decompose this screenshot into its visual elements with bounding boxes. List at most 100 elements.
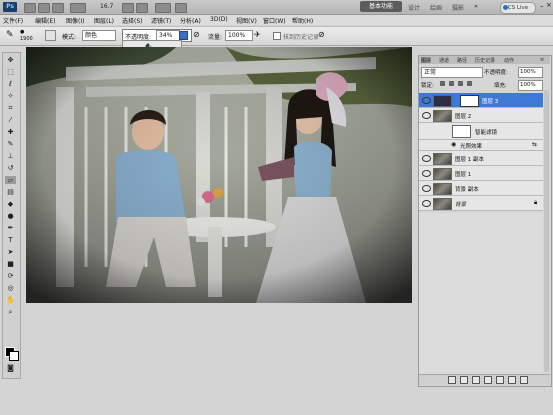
layers-list-empty-area[interactable] — [419, 213, 543, 373]
tab-history[interactable]: 历史记录 — [475, 57, 495, 64]
workspace-essentials-button[interactable]: 基本功能 — [360, 1, 402, 12]
healing-brush-tool-icon[interactable]: ✚ — [5, 128, 16, 136]
menu-image[interactable]: 图像(I) — [66, 16, 84, 25]
minimize-icon[interactable]: – — [540, 2, 544, 10]
marquee-tool-icon[interactable]: ⬚ — [5, 68, 16, 76]
brush-tool-icon[interactable]: ✎ — [5, 140, 16, 148]
pressure-size-icon[interactable]: ⊘ — [318, 30, 325, 39]
view-extras-icon[interactable] — [52, 3, 64, 13]
brush-panel-icon[interactable] — [45, 30, 56, 41]
menu-view[interactable]: 视图(V) — [236, 16, 257, 25]
clone-stamp-tool-icon[interactable]: ⊥ — [5, 152, 16, 160]
new-layer-icon[interactable] — [508, 376, 516, 384]
brush-size[interactable]: 1900 — [20, 36, 33, 42]
eyedropper-tool-icon[interactable]: ⁄ — [5, 116, 16, 124]
menu-3d[interactable]: 3D(D) — [210, 16, 228, 23]
filter-options-icon[interactable]: ⇆ — [532, 141, 537, 148]
adjustment-layer-icon[interactable] — [484, 376, 492, 384]
hand-tool-icon[interactable] — [122, 3, 134, 13]
erase-to-history-checkbox[interactable] — [273, 32, 281, 40]
lock-pixels-icon[interactable] — [449, 81, 454, 86]
panel-menu-icon[interactable]: ≡ — [540, 57, 544, 63]
opacity-slider-toggle[interactable] — [179, 31, 188, 40]
eraser-tool-preset-icon[interactable]: ✎ — [6, 30, 16, 40]
hand-tool-icon[interactable]: ✋ — [5, 296, 16, 304]
type-tool-icon[interactable]: T — [5, 236, 16, 244]
pen-tool-icon[interactable]: ✒ — [5, 224, 16, 232]
launch-bridge-icon[interactable] — [24, 3, 36, 13]
zoom-tool-icon[interactable]: ⌕ — [5, 308, 16, 316]
lasso-tool-icon[interactable]: ℓ — [5, 80, 16, 88]
lock-all-icon[interactable] — [467, 81, 472, 86]
close-icon[interactable]: × — [546, 1, 552, 9]
menu-layer[interactable]: 图层(L) — [94, 16, 114, 25]
visibility-eye-icon[interactable] — [422, 97, 431, 104]
menu-file[interactable]: 文件(F) — [3, 16, 23, 25]
filter-visibility-eye-icon[interactable]: ◉ — [451, 141, 456, 148]
layers-scrollbar[interactable] — [544, 90, 549, 372]
menu-window[interactable]: 窗口(W) — [263, 16, 286, 25]
layer-name: 背景 副本 — [455, 187, 479, 193]
new-group-icon[interactable] — [496, 376, 504, 384]
background-color-swatch[interactable] — [9, 351, 19, 361]
menu-analysis[interactable]: 分析(A) — [180, 16, 201, 25]
launch-minibridge-icon[interactable] — [38, 3, 50, 13]
airbrush-icon[interactable]: ✈ — [254, 30, 261, 39]
brush-picker-icon[interactable]: ● — [20, 29, 24, 35]
zoom-level-icon[interactable] — [70, 3, 86, 13]
mode-select[interactable]: 颜色 — [82, 30, 116, 41]
workspace-more-icon[interactable]: » — [474, 3, 478, 10]
visibility-eye-icon[interactable] — [422, 200, 431, 207]
tab-channels[interactable]: 通道 — [439, 57, 449, 64]
menu-help[interactable]: 帮助(H) — [292, 16, 313, 25]
visibility-eye-icon[interactable] — [422, 170, 431, 177]
layer-thumbnail — [433, 110, 452, 122]
eraser-tool-icon[interactable]: ▱ — [5, 176, 16, 184]
layer-mask-thumbnail[interactable] — [460, 95, 479, 107]
tab-layers[interactable]: 图层 — [421, 57, 431, 64]
arrange-documents-icon[interactable] — [155, 3, 171, 13]
quick-selection-tool-icon[interactable]: ✧ — [5, 92, 16, 100]
delete-layer-icon[interactable] — [520, 376, 528, 384]
rotate-view-icon[interactable] — [136, 3, 148, 13]
menu-filter[interactable]: 滤镜(T) — [151, 16, 171, 25]
cs-live-icon — [503, 5, 508, 10]
workspace-painting-link[interactable]: 绘画 — [430, 3, 442, 12]
layer-opacity-label: 不透明度: — [484, 70, 508, 76]
menu-select[interactable]: 选择(S) — [122, 16, 143, 25]
visibility-eye-icon[interactable] — [422, 155, 431, 162]
move-tool-icon[interactable]: ✥ — [5, 56, 16, 64]
path-selection-tool-icon[interactable]: ➤ — [5, 248, 16, 256]
link-layers-icon[interactable] — [448, 376, 456, 384]
fill-input[interactable]: 100% — [518, 80, 543, 91]
smart-filter-mask-thumbnail[interactable] — [452, 125, 471, 138]
layer-thumbnail — [433, 183, 452, 195]
gradient-tool-icon[interactable]: ▤ — [5, 188, 16, 196]
flow-input[interactable]: 100% — [225, 30, 253, 41]
visibility-eye-icon[interactable] — [422, 112, 431, 119]
screen-mode-icon[interactable] — [175, 3, 187, 13]
history-brush-tool-icon[interactable]: ↺ — [5, 164, 16, 172]
tab-actions[interactable]: 动作 — [504, 57, 514, 64]
3d-orbit-tool-icon[interactable]: ◎ — [5, 284, 16, 292]
visibility-eye-icon[interactable] — [422, 185, 431, 192]
document-canvas[interactable] — [26, 47, 412, 303]
pressure-opacity-icon[interactable]: ⊘ — [193, 30, 200, 39]
add-mask-icon[interactable] — [472, 376, 480, 384]
menu-edit[interactable]: 编辑(E) — [35, 16, 55, 25]
tab-paths[interactable]: 路径 — [457, 57, 467, 64]
3d-rotate-tool-icon[interactable]: ⟳ — [5, 272, 16, 280]
workspace-photography-link[interactable]: 摄影 — [452, 3, 464, 12]
lock-position-icon[interactable] — [458, 81, 463, 86]
blend-mode-select[interactable]: 正常 — [421, 67, 483, 78]
quick-mask-icon[interactable]: ◙ — [5, 364, 16, 372]
shape-tool-icon[interactable]: ■ — [5, 260, 16, 268]
layer-opacity-input[interactable]: 100% — [518, 67, 543, 78]
lock-transparency-icon[interactable] — [440, 81, 445, 86]
dodge-tool-icon[interactable]: ● — [5, 212, 16, 220]
crop-tool-icon[interactable]: ⌗ — [5, 104, 16, 112]
layer-style-icon[interactable] — [460, 376, 468, 384]
workspace-design-link[interactable]: 设计 — [408, 3, 420, 12]
zoom-level[interactable]: 16.7 — [100, 3, 113, 10]
blur-tool-icon[interactable]: ◆ — [5, 200, 16, 208]
